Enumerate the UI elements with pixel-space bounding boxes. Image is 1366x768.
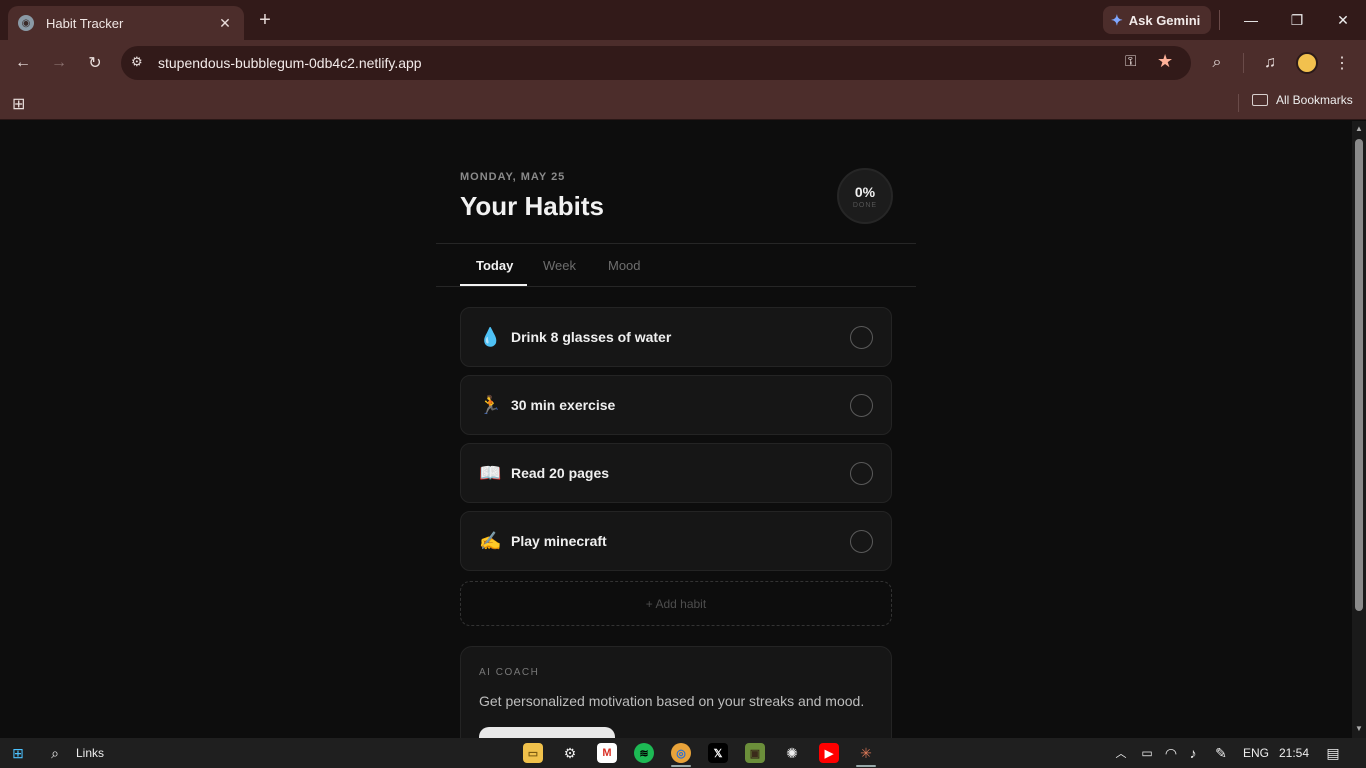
youtube-icon[interactable]: ▶ [819,743,839,763]
habit-checkbox[interactable] [850,325,873,349]
habit-card[interactable]: 📖 Read 20 pages [460,443,892,503]
pen-icon[interactable]: ✎ [1212,743,1230,763]
wifi-icon[interactable]: ◠ [1162,743,1180,763]
coach-description: Get personalized motivation based on you… [479,693,865,709]
bookmarks-bar: ⊞ All Bookmarks [0,86,1366,120]
x-app-icon[interactable]: 𝕏 [708,743,728,763]
divider [1219,10,1220,30]
chatgpt-icon[interactable]: ✺ [782,743,802,763]
scroll-down-arrow-icon[interactable]: ▼ [1355,724,1363,733]
close-window-button[interactable]: ✕ [1320,0,1366,40]
habit-card[interactable]: 💧 Drink 8 glasses of water [460,307,892,367]
scroll-up-arrow-icon[interactable]: ▲ [1355,124,1363,133]
language-indicator[interactable]: ENG [1243,743,1269,763]
profile-avatar[interactable] [1296,52,1318,74]
browser-toolbar: ← → ↻ ⚙ stupendous-bubblegum-0db4c2.netl… [0,40,1366,86]
divider [436,243,916,244]
add-habit-button[interactable]: + Add habit [460,581,892,626]
writing-hand-icon: ✍️ [479,530,502,551]
habit-checkbox[interactable] [850,529,873,553]
windows-taskbar: ⊞ ⌕ Links ▭ ⚙ M ≋ ◎ 𝕏 ▣ ✺ ▶ ✳ ︿ ▭ ◠ ♪ ✎ … [0,738,1366,768]
url-text: stupendous-bubblegum-0db4c2.netlify.app [158,55,422,71]
notification-icon[interactable]: ▤ [1324,743,1342,763]
tab-today[interactable]: Today [476,258,513,273]
tab-week[interactable]: Week [543,258,576,273]
active-app-indicator [856,765,876,767]
divider [1243,53,1244,73]
gemini-label: Ask Gemini [1128,12,1201,28]
progress-label: DONE [852,201,878,209]
clock[interactable]: 21:54 [1279,743,1309,763]
ask-gemini-button[interactable]: ✦ Ask Gemini [1103,6,1211,34]
battery-icon[interactable]: ▭ [1138,743,1156,763]
active-app-indicator [671,765,691,767]
book-icon: 📖 [479,462,502,483]
restore-button[interactable]: ❐ [1274,0,1320,40]
menu-kebab-icon[interactable]: ⋮ [1330,51,1354,75]
divider [436,286,916,287]
habit-card[interactable]: 🏃 30 min exercise [460,375,892,435]
date-label: MONDAY, MAY 25 [460,171,566,183]
gmail-icon[interactable]: M [597,743,617,763]
gemini-icon: ✦ [1111,11,1123,28]
divider [1238,94,1239,112]
all-bookmarks-button[interactable]: All Bookmarks [1252,93,1353,107]
minecraft-icon[interactable]: ▣ [745,743,765,763]
water-drop-icon: 💧 [479,326,502,347]
page-title: Your Habits [460,191,604,221]
forward-arrow-icon[interactable]: → [47,51,71,75]
habit-name: Read 20 pages [511,465,610,481]
coach-action-button[interactable] [479,727,615,738]
taskbar-search-label[interactable]: Links [76,743,104,763]
file-explorer-icon[interactable]: ▭ [523,743,543,763]
apps-grid-icon[interactable]: ⊞ [12,94,25,114]
globe-icon: ◉ [18,15,34,31]
scroll-thumb[interactable] [1355,139,1363,611]
settings-gear-icon[interactable]: ⚙ [560,743,580,763]
media-control-icon[interactable]: ♫ [1258,51,1282,75]
coach-label: AI COACH [479,667,540,678]
habit-name: Drink 8 glasses of water [511,329,672,345]
page-viewport: MONDAY, MAY 25 Your Habits 0% DONE Today… [0,121,1352,738]
page-scrollbar[interactable]: ▲ ▼ [1352,121,1366,738]
bookmark-star-icon[interactable]: ★ [1157,51,1173,72]
tab-search-icon[interactable]: ⌕ [1205,51,1229,75]
runner-icon: 🏃 [479,394,502,415]
progress-ring: 0% DONE [837,168,893,224]
volume-icon[interactable]: ♪ [1184,743,1202,763]
windows-start-icon[interactable]: ⊞ [9,743,27,763]
claude-icon[interactable]: ✳ [856,743,876,763]
new-tab-button[interactable]: + [254,9,276,32]
all-bookmarks-label: All Bookmarks [1276,93,1353,107]
site-info-icon[interactable]: ⚙ [131,54,143,70]
habit-checkbox[interactable] [850,393,873,417]
tab-mood[interactable]: Mood [608,258,641,273]
chevron-up-icon[interactable]: ︿ [1113,743,1129,763]
habit-checkbox[interactable] [850,461,873,485]
progress-percent: 0% [854,183,876,200]
key-icon[interactable]: ⚿ [1125,53,1136,70]
minimize-button[interactable]: — [1228,0,1274,40]
tab-title: Habit Tracker [46,15,124,31]
search-icon[interactable]: ⌕ [46,743,64,763]
habit-card[interactable]: ✍️ Play minecraft [460,511,892,571]
address-bar[interactable]: ⚙ stupendous-bubblegum-0db4c2.netlify.ap… [121,46,1191,80]
ai-coach-card: AI COACH Get personalized motivation bas… [460,646,892,738]
browser-titlebar: ◉ Habit Tracker ✕ + ✦ Ask Gemini — ❐ ✕ [0,0,1366,40]
folder-icon [1252,94,1268,106]
habit-name: 30 min exercise [511,397,616,413]
reload-icon[interactable]: ↻ [83,51,107,75]
spotify-icon[interactable]: ≋ [634,743,654,763]
back-arrow-icon[interactable]: ← [11,51,35,75]
chrome-icon[interactable]: ◎ [671,743,691,763]
close-tab-icon[interactable]: ✕ [216,15,234,32]
habit-name: Play minecraft [511,533,607,549]
browser-tab[interactable]: ◉ Habit Tracker ✕ [8,6,244,40]
